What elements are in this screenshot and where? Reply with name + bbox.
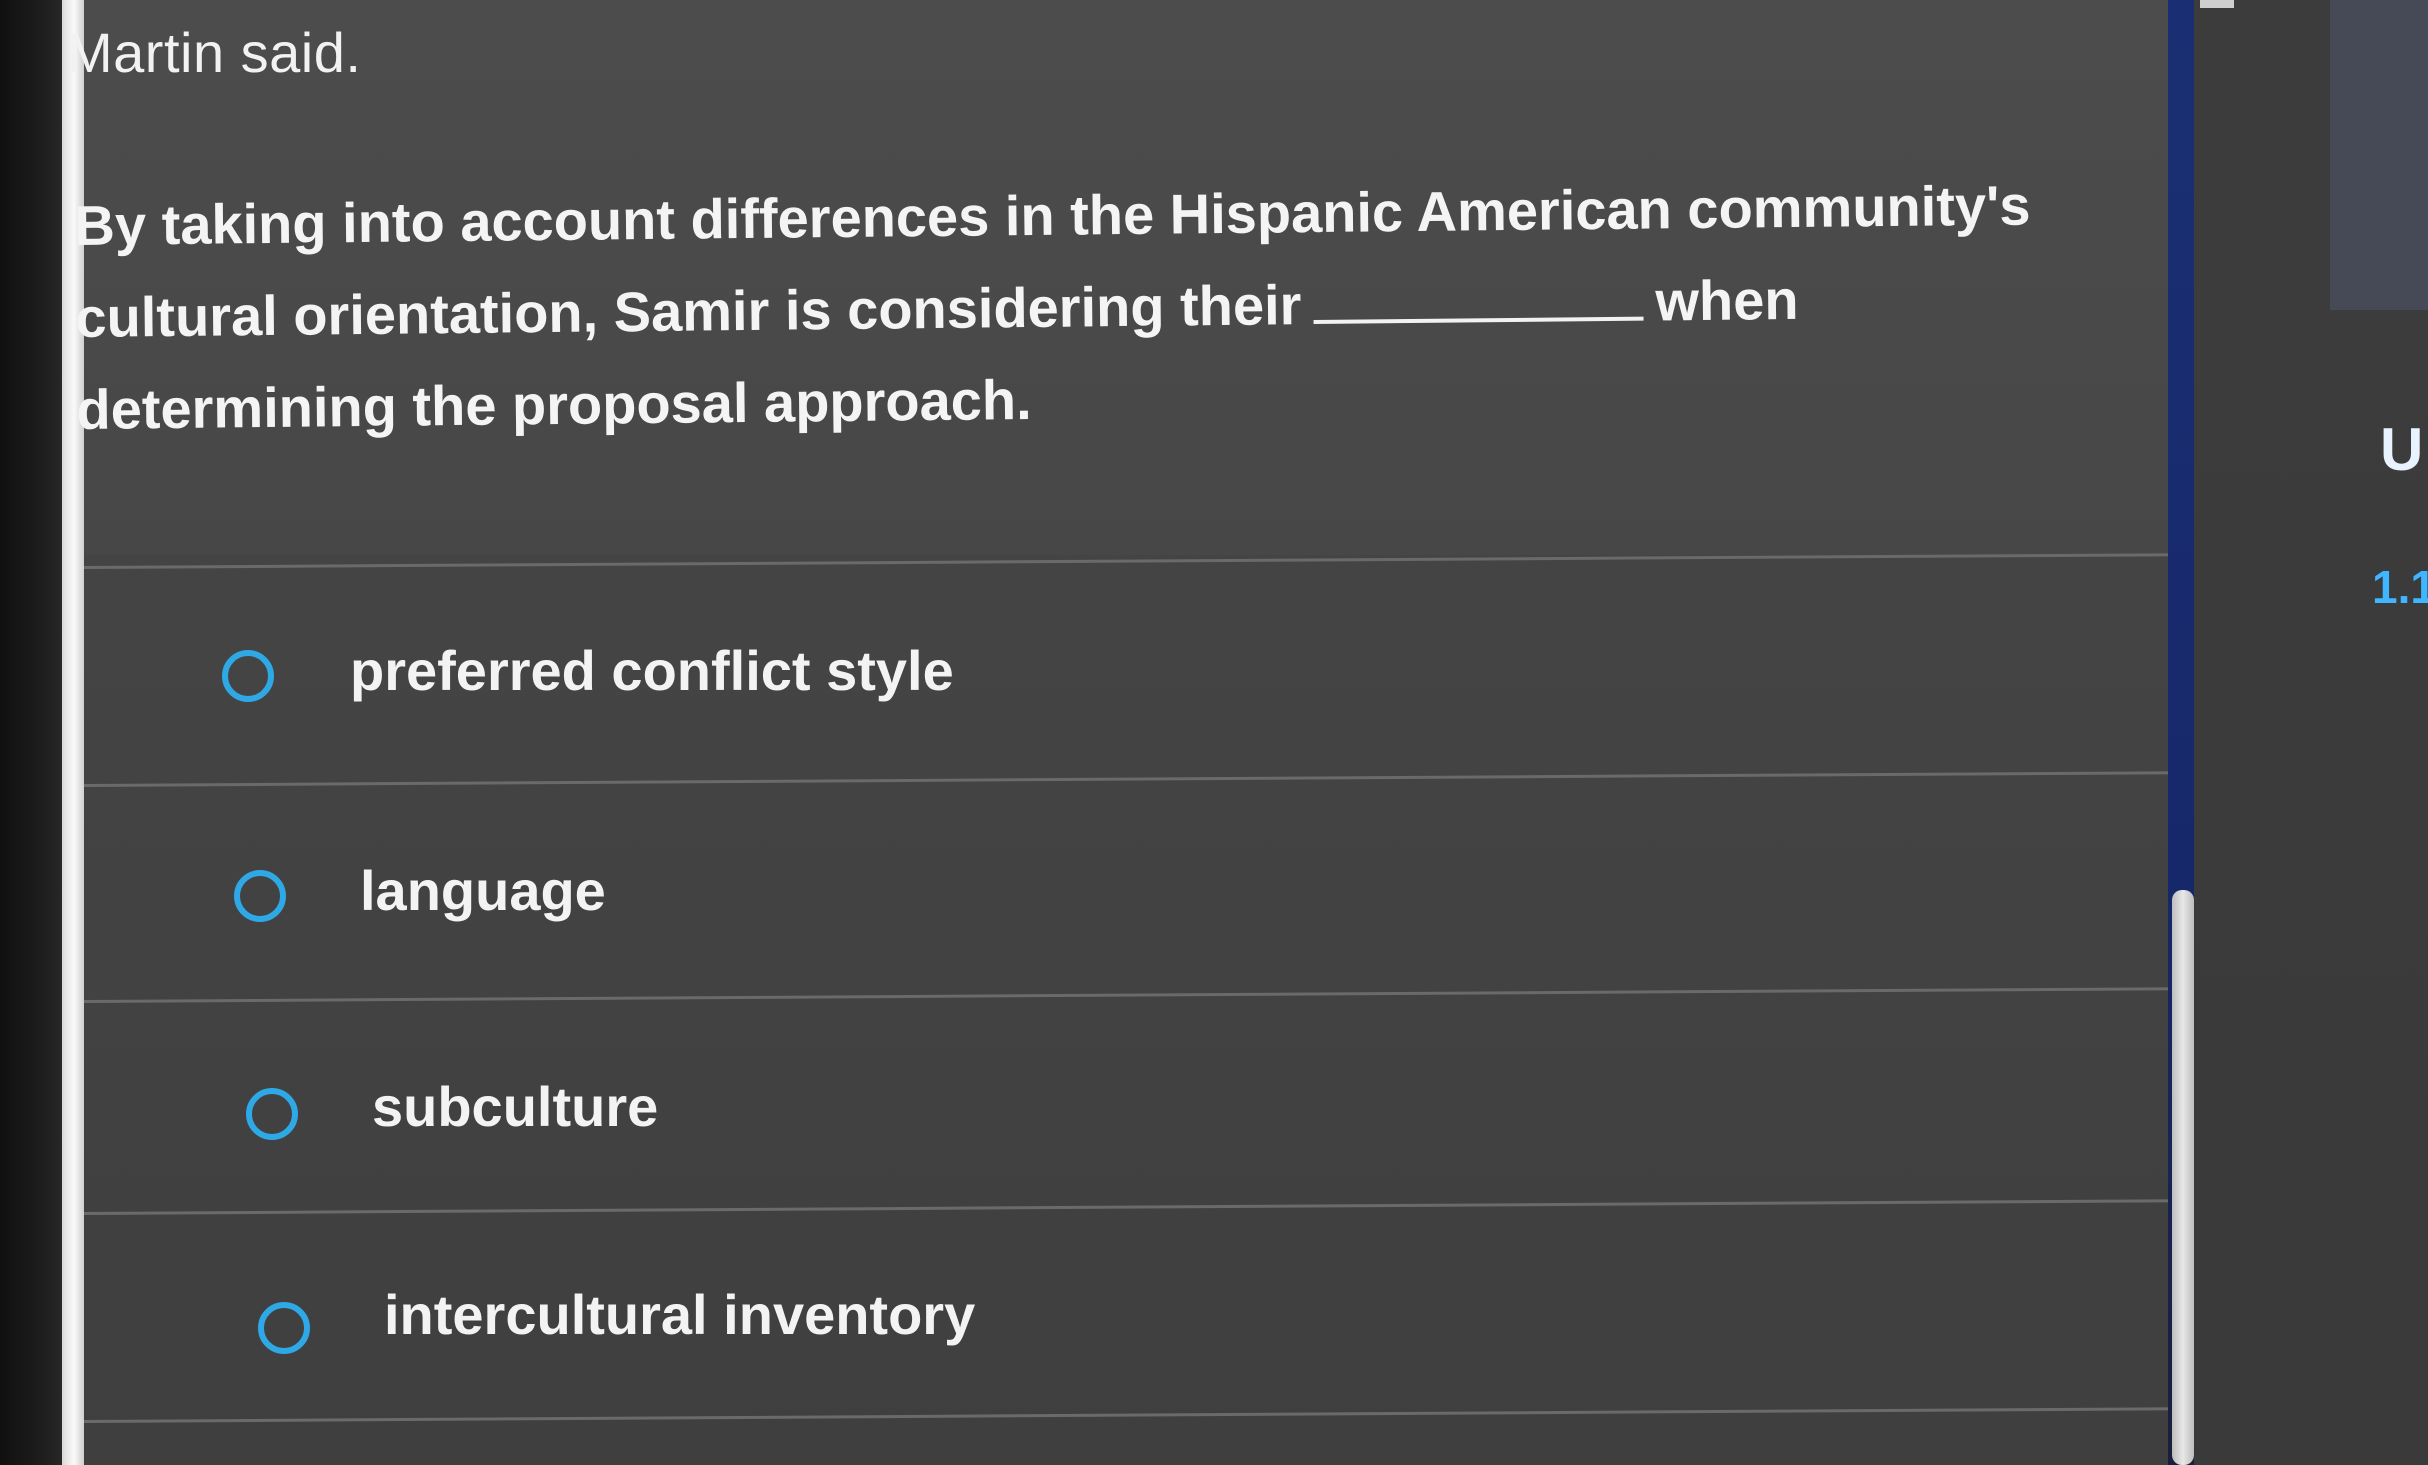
monitor-bezel	[0, 0, 70, 1465]
option-label[interactable]: preferred conflict style	[350, 638, 954, 703]
radio-button-icon[interactable]	[222, 650, 274, 702]
scrollbar-top-cap	[2200, 0, 2234, 8]
right-side-card	[2330, 0, 2428, 310]
radio-button-icon[interactable]	[234, 870, 286, 922]
option-label[interactable]: intercultural inventory	[384, 1282, 975, 1347]
scrollbar-thumb[interactable]	[2172, 890, 2194, 1465]
answer-blank	[1313, 266, 1644, 325]
screen: Martin said. By taking into account diff…	[0, 0, 2428, 1465]
option-row[interactable]: preferred conflict style	[84, 572, 2184, 782]
option-row[interactable]: language	[84, 790, 2184, 1000]
option-label[interactable]: language	[360, 858, 606, 923]
option-divider	[84, 553, 2194, 569]
speaker-line: Martin said.	[66, 21, 362, 84]
option-row[interactable]: intercultural inventory	[84, 1218, 2184, 1428]
side-panel-letter: U	[2380, 416, 2424, 483]
question-panel: Martin said. By taking into account diff…	[66, 0, 2194, 1465]
side-panel-number: 1.1	[2372, 561, 2428, 613]
option-row[interactable]: subculture	[84, 1006, 2184, 1216]
question-area: Martin said. By taking into account diff…	[66, 0, 2194, 555]
option-label[interactable]: subculture	[372, 1074, 658, 1139]
radio-button-icon[interactable]	[246, 1088, 298, 1140]
question-stem: By taking into account differences in th…	[74, 159, 2127, 456]
radio-button-icon[interactable]	[258, 1302, 310, 1354]
